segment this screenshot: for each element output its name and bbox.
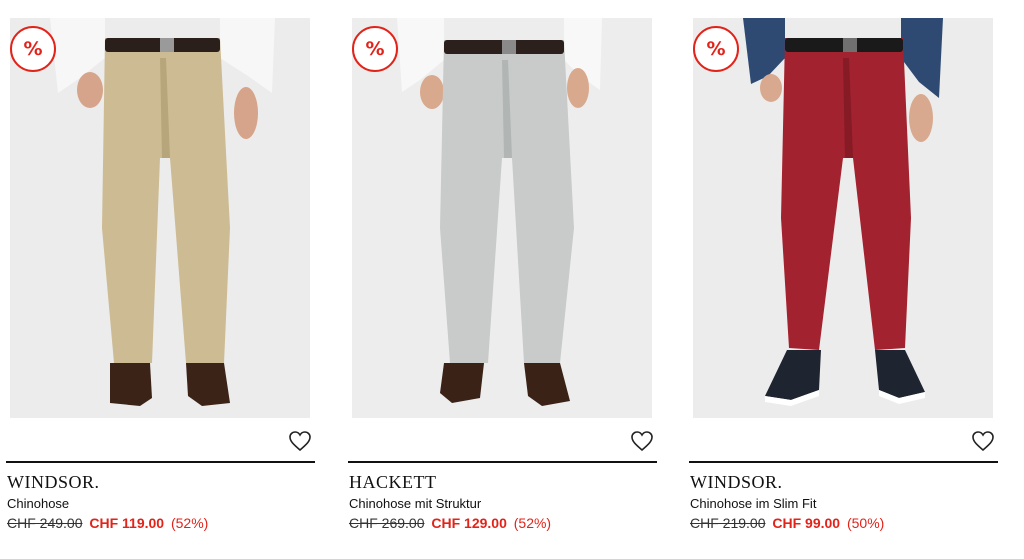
divider [348, 461, 657, 463]
discount-badge: % [10, 26, 56, 72]
sale-price: CHF 129.00 [431, 515, 507, 531]
heart-icon[interactable] [628, 428, 656, 454]
product-name[interactable]: Chinohose im Slim Fit [690, 496, 816, 511]
old-price: CHF 269.00 [349, 515, 425, 531]
product-image[interactable] [352, 18, 652, 418]
brand-name[interactable]: WINDSOR. [690, 472, 783, 493]
product-card[interactable]: % WINDSOR. Chinohose CHF 249.00 CHF 119.… [6, 0, 316, 559]
brand-name[interactable]: WINDSOR. [7, 472, 100, 493]
product-photo [10, 18, 310, 418]
divider [689, 461, 998, 463]
discount-percent: (52%) [170, 515, 209, 531]
divider [6, 461, 315, 463]
product-name[interactable]: Chinohose mit Struktur [349, 496, 481, 511]
price-line: CHF 219.00 CHF 99.00 (50%) [690, 515, 884, 531]
product-grid: % WINDSOR. Chinohose CHF 249.00 CHF 119.… [0, 0, 1024, 559]
product-photo [693, 18, 993, 418]
price-line: CHF 249.00 CHF 119.00 (52%) [7, 515, 208, 531]
discount-badge: % [352, 26, 398, 72]
old-price: CHF 219.00 [690, 515, 766, 531]
product-image[interactable] [10, 18, 310, 418]
old-price: CHF 249.00 [7, 515, 83, 531]
sale-price: CHF 99.00 [772, 515, 841, 531]
product-image[interactable] [693, 18, 993, 418]
product-card[interactable]: % HACKETT Chinohose mit Struktur CHF 269… [348, 0, 658, 559]
product-photo [352, 18, 652, 418]
discount-badge: % [693, 26, 739, 72]
price-line: CHF 269.00 CHF 129.00 (52%) [349, 515, 551, 531]
discount-percent: (50%) [846, 515, 885, 531]
product-name[interactable]: Chinohose [7, 496, 69, 511]
discount-percent: (52%) [513, 515, 552, 531]
brand-name[interactable]: HACKETT [349, 472, 437, 493]
heart-icon[interactable] [969, 428, 997, 454]
heart-icon[interactable] [286, 428, 314, 454]
sale-price: CHF 119.00 [89, 515, 165, 531]
product-card[interactable]: % WINDSOR. Chinohose im Slim Fit CHF 219… [689, 0, 999, 559]
